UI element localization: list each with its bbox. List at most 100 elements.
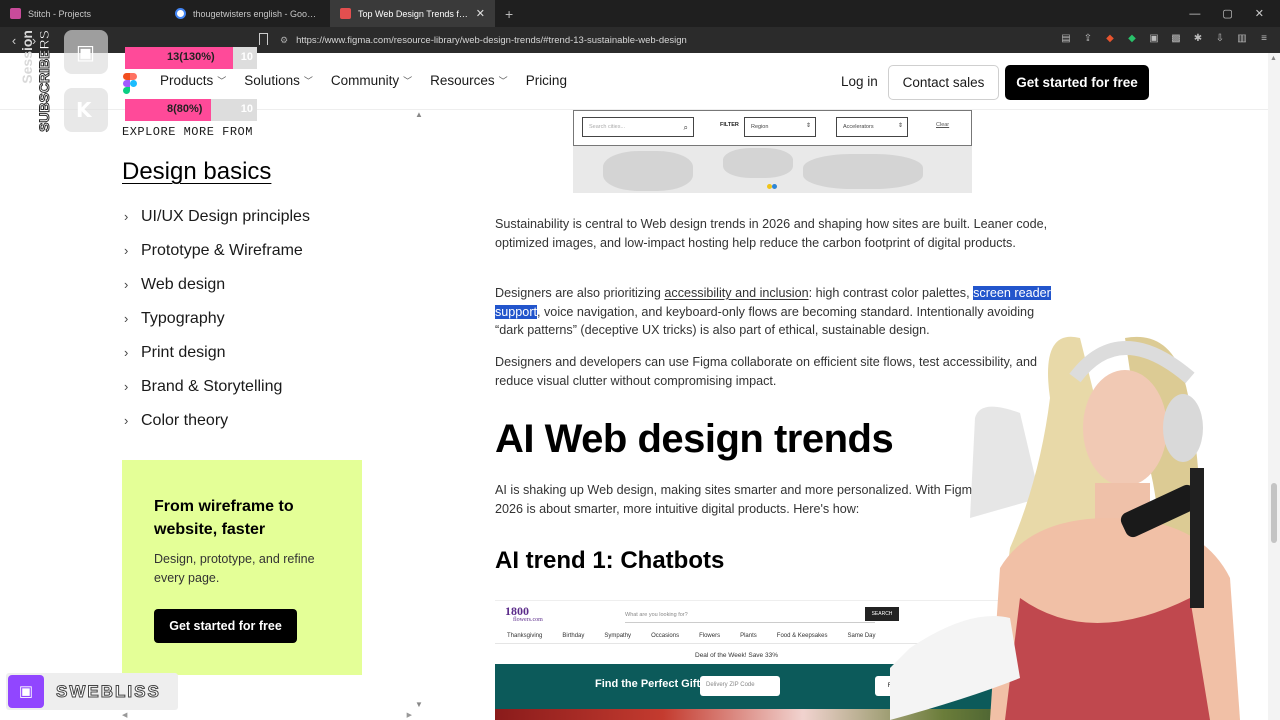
promo-get-started-button[interactable]: Get started for free: [154, 609, 297, 643]
contact-sales-button[interactable]: Contact sales: [888, 65, 999, 100]
chevron-right-icon: ›: [124, 379, 129, 394]
scroll-right-icon[interactable]: ▶: [407, 711, 412, 719]
tab-stitch[interactable]: Stitch - Projects: [0, 0, 165, 27]
nav-community[interactable]: Community ﹀: [331, 73, 412, 88]
flowers-banner-title: Find the Perfect Gift: [595, 678, 701, 690]
flowers-cat: Sympathy: [604, 633, 632, 639]
map-pin-icon: [772, 184, 777, 189]
topic-label: Color theory: [141, 412, 229, 429]
flowers-cat: Same Day: [847, 633, 876, 639]
sidebar-icon[interactable]: ▥: [1236, 33, 1248, 45]
bookmark-icon[interactable]: [259, 33, 268, 45]
new-tab-button[interactable]: +: [495, 0, 523, 27]
session-subscribers-label: Session SUBSCRIBERS: [19, 30, 60, 135]
topic-label: Brand & Storytelling: [141, 378, 283, 395]
map-clear-link: Clear: [936, 122, 950, 128]
chevron-right-icon: ›: [124, 243, 129, 258]
flowers-logo-sub: flowers.com: [513, 617, 543, 623]
shield-icon[interactable]: ◆: [1104, 33, 1116, 45]
chevron-down-icon: ﹀: [303, 76, 313, 86]
login-link[interactable]: Log in: [841, 74, 878, 89]
get-started-button[interactable]: Get started for free: [1005, 65, 1149, 100]
url-field[interactable]: ⚙ https://www.figma.com/resource-library…: [280, 31, 1000, 49]
map-region-select: Region ⇕: [744, 117, 816, 137]
goal-target-label: 10: [240, 103, 253, 115]
topic-color-theory[interactable]: › Color theory: [124, 412, 310, 446]
chevron-down-icon: ﹀: [403, 76, 413, 86]
topic-brand[interactable]: › Brand & Storytelling: [124, 378, 310, 412]
map-search-input: Search cities... ⌕: [582, 117, 694, 137]
region-label: Region: [751, 124, 769, 130]
google-favicon-icon: [175, 8, 186, 19]
scroll-up-icon[interactable]: ▲: [415, 110, 423, 119]
chevron-down-icon: ﹀: [498, 76, 508, 86]
close-window-icon[interactable]: ✕: [1255, 7, 1264, 20]
scroll-down-icon[interactable]: ▼: [415, 700, 423, 709]
download-icon[interactable]: ⇩: [1214, 33, 1226, 45]
topic-web-design[interactable]: › Web design: [124, 276, 310, 310]
subheading-chatbots: AI trend 1: Chatbots: [495, 547, 725, 574]
extension-icon[interactable]: ▣: [1148, 33, 1160, 45]
nav-solutions[interactable]: Solutions ﹀: [244, 73, 313, 88]
maximize-icon[interactable]: ▢: [1222, 7, 1232, 20]
sidebar: ▲ EXPLORE MORE FROM Design basics › UI/UX…: [0, 110, 428, 720]
updown-icon: ⇕: [805, 123, 811, 129]
nav-pricing[interactable]: Pricing: [526, 73, 567, 88]
window-controls: — ▢ ✕: [1189, 0, 1280, 27]
topic-typography[interactable]: › Typography: [124, 310, 310, 344]
nav-products[interactable]: Products ﹀: [160, 73, 226, 88]
topic-label: Typography: [141, 310, 225, 327]
extensions-puzzle-icon[interactable]: ✱: [1192, 33, 1204, 45]
site-settings-icon[interactable]: ⚙: [280, 35, 288, 46]
section-heading-ai: AI Web design trends: [495, 417, 894, 461]
close-tab-icon[interactable]: ✕: [476, 7, 485, 20]
twitch-goal-icon: ▣: [64, 30, 108, 74]
map-filter-panel: Search cities... ⌕ FILTER Region ⇕ Accele…: [573, 110, 972, 146]
promo-card: From wireframe to website, faster Design…: [122, 460, 362, 675]
flowers-cat: Birthday: [562, 633, 585, 639]
browser-extensions: ▤ ⇪ ◆ ◆ ▣ ▩ ✱ ⇩ ▥ ≡: [1060, 33, 1270, 45]
flowers-cat: Flowers: [699, 633, 721, 639]
scroll-left-icon[interactable]: ◀: [122, 711, 127, 719]
nav-label: Pricing: [525, 73, 567, 88]
kick-glyph: K: [76, 98, 92, 122]
goal-progress-label: 13(130%): [167, 51, 215, 63]
nav-resources[interactable]: Resources ﹀: [430, 73, 508, 88]
search-icon: ⌕: [683, 123, 688, 132]
accessibility-link[interactable]: accessibility and inclusion: [664, 286, 808, 300]
design-basics-link[interactable]: Design basics: [122, 158, 271, 186]
share-icon[interactable]: ⇪: [1082, 33, 1094, 45]
minimize-icon[interactable]: —: [1189, 8, 1200, 20]
flowers-cat: Plants: [740, 633, 757, 639]
flowers-deal: Deal of the Week! Save 33%: [695, 652, 778, 659]
topic-prototype[interactable]: › Prototype & Wireframe: [124, 242, 310, 276]
url-text: https://www.figma.com/resource-library/w…: [296, 34, 687, 46]
tab-figma-trends[interactable]: Top Web Design Trends for 2026 ✕: [330, 0, 495, 27]
scroll-up-icon[interactable]: ▲: [1270, 55, 1277, 62]
updown-icon: ⇕: [897, 123, 903, 129]
chevron-down-icon: ﹀: [217, 76, 227, 86]
menu-icon[interactable]: ≡: [1258, 33, 1270, 45]
twitch-logo-icon: ▣: [8, 675, 44, 708]
flowers-cat: Occasions: [651, 633, 680, 639]
topic-uiux[interactable]: › UI/UX Design principles: [124, 208, 310, 242]
chevron-right-icon: ›: [124, 209, 129, 224]
flowers-cat: Thanksgiving: [507, 633, 543, 639]
map-embed-image: Search cities... ⌕ FILTER Region ⇕ Accele…: [495, 110, 1055, 194]
webcam-overlay: [890, 336, 1240, 720]
flowers-zip-field: Delivery ZIP Code: [700, 676, 780, 696]
figma-favicon-icon: [340, 8, 351, 19]
twitch-glyph: ▣: [76, 40, 95, 64]
topic-print-design[interactable]: › Print design: [124, 344, 310, 378]
figma-logo-icon[interactable]: [123, 73, 137, 95]
extension-icon[interactable]: ▩: [1170, 33, 1182, 45]
topic-label: UI/UX Design principles: [141, 208, 310, 225]
primary-nav: Products ﹀ Solutions ﹀ Community ﹀ Resource…: [160, 73, 567, 88]
accelerators-label: Accelerators: [843, 124, 874, 130]
reader-icon[interactable]: ▤: [1060, 33, 1072, 45]
stitch-favicon-icon: [10, 8, 21, 19]
horizontal-scrollbar[interactable]: ◀ ▶: [122, 711, 412, 719]
tab-google-search[interactable]: thougetwisters english - Google Search: [165, 0, 330, 27]
extension-green-icon[interactable]: ◆: [1126, 33, 1138, 45]
promo-title: From wireframe to website, faster: [154, 498, 294, 538]
